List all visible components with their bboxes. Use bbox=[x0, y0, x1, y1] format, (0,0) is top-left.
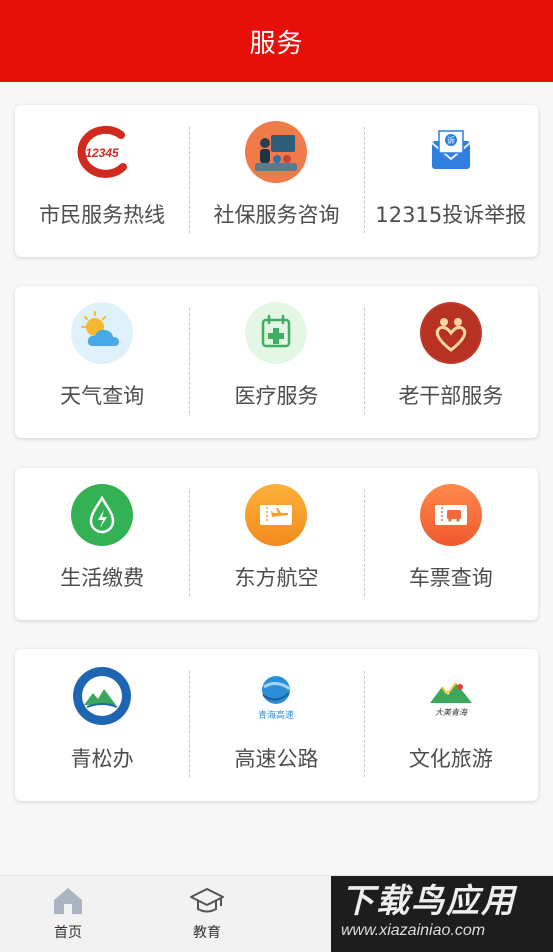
service-label: 12315投诉举报 bbox=[375, 203, 527, 227]
water-drop-bolt-icon bbox=[71, 484, 134, 546]
service-label: 高速公路 bbox=[234, 747, 319, 771]
watermark-overlay: 下载鸟应用 www.xiazainiao.com bbox=[331, 876, 553, 952]
service-item-tourism[interactable]: 大美青海 文化旅游 bbox=[363, 649, 538, 801]
service-item-utility-payment[interactable]: 生活缴费 bbox=[15, 468, 189, 620]
service-card-1: 12345 市民服务热线 社保服务咨询 诉 12315投诉举报 bbox=[15, 105, 538, 257]
service-item-eastern-airlines[interactable]: 东方航空 bbox=[189, 468, 363, 620]
service-item-qingsong[interactable]: 青松办 bbox=[15, 649, 189, 801]
service-label: 青松办 bbox=[70, 747, 134, 771]
service-label: 市民服务热线 bbox=[39, 203, 166, 227]
social-security-consult-icon bbox=[245, 121, 308, 183]
tab-label: 首页 bbox=[54, 925, 82, 941]
bus-ticket-icon bbox=[419, 484, 482, 546]
svg-text:12345: 12345 bbox=[85, 146, 119, 160]
service-item-complaint[interactable]: 诉 12315投诉举报 bbox=[363, 105, 538, 257]
service-label: 老干部服务 bbox=[398, 384, 504, 408]
service-label: 医疗服务 bbox=[234, 384, 319, 408]
service-label: 车票查询 bbox=[408, 566, 493, 590]
qingsong-emblem-icon bbox=[71, 665, 133, 727]
airplane-ticket-icon bbox=[245, 484, 308, 546]
service-card-2: 天气查询 医疗服务 老干部服务 bbox=[15, 286, 538, 438]
service-card-4: 青松办 青海高速 高速公路 大美青海 文化旅游 bbox=[15, 649, 538, 801]
elder-hearts-icon bbox=[419, 302, 482, 364]
tab-education[interactable]: 教育 bbox=[167, 886, 247, 942]
service-card-3: 生活缴费 东方航空 车票查询 bbox=[15, 468, 538, 620]
service-item-highway[interactable]: 青海高速 高速公路 bbox=[189, 649, 363, 801]
hotline-12345-icon: 12345 bbox=[71, 121, 133, 183]
watermark-title: 下载鸟应用 bbox=[341, 882, 516, 919]
service-label: 生活缴费 bbox=[60, 566, 145, 590]
medical-calendar-cross-icon bbox=[245, 302, 308, 364]
tab-label: 教育 bbox=[193, 925, 221, 941]
tab-home[interactable]: 首页 bbox=[28, 886, 108, 942]
service-item-bus-ticket[interactable]: 车票查询 bbox=[363, 468, 538, 620]
service-item-social-security[interactable]: 社保服务咨询 bbox=[189, 105, 363, 257]
service-item-medical[interactable]: 医疗服务 bbox=[189, 286, 363, 438]
service-label: 社保服务咨询 bbox=[213, 203, 340, 227]
home-icon bbox=[54, 888, 82, 914]
service-item-elder-cadre[interactable]: 老干部服务 bbox=[363, 286, 538, 438]
svg-text:大美青海: 大美青海 bbox=[435, 708, 468, 717]
graduation-cap-icon bbox=[190, 888, 224, 913]
service-item-citizen-hotline[interactable]: 12345 市民服务热线 bbox=[15, 105, 189, 257]
service-label: 文化旅游 bbox=[408, 747, 493, 771]
highway-globe-logo-icon: 青海高速 bbox=[245, 665, 307, 727]
service-label: 东方航空 bbox=[234, 566, 319, 590]
page-title: 服务 bbox=[249, 28, 304, 59]
svg-text:青海高速: 青海高速 bbox=[258, 709, 294, 721]
service-item-weather[interactable]: 天气查询 bbox=[15, 286, 189, 438]
service-label: 天气查询 bbox=[60, 384, 145, 408]
svg-text:诉: 诉 bbox=[447, 135, 455, 145]
header-bar: 服务 bbox=[0, 0, 553, 82]
mountain-tourism-logo-icon: 大美青海 bbox=[420, 665, 482, 727]
complaint-envelope-icon: 诉 bbox=[420, 121, 482, 183]
watermark-url: www.xiazainiao.com bbox=[341, 922, 486, 939]
weather-sun-cloud-icon bbox=[71, 302, 134, 364]
